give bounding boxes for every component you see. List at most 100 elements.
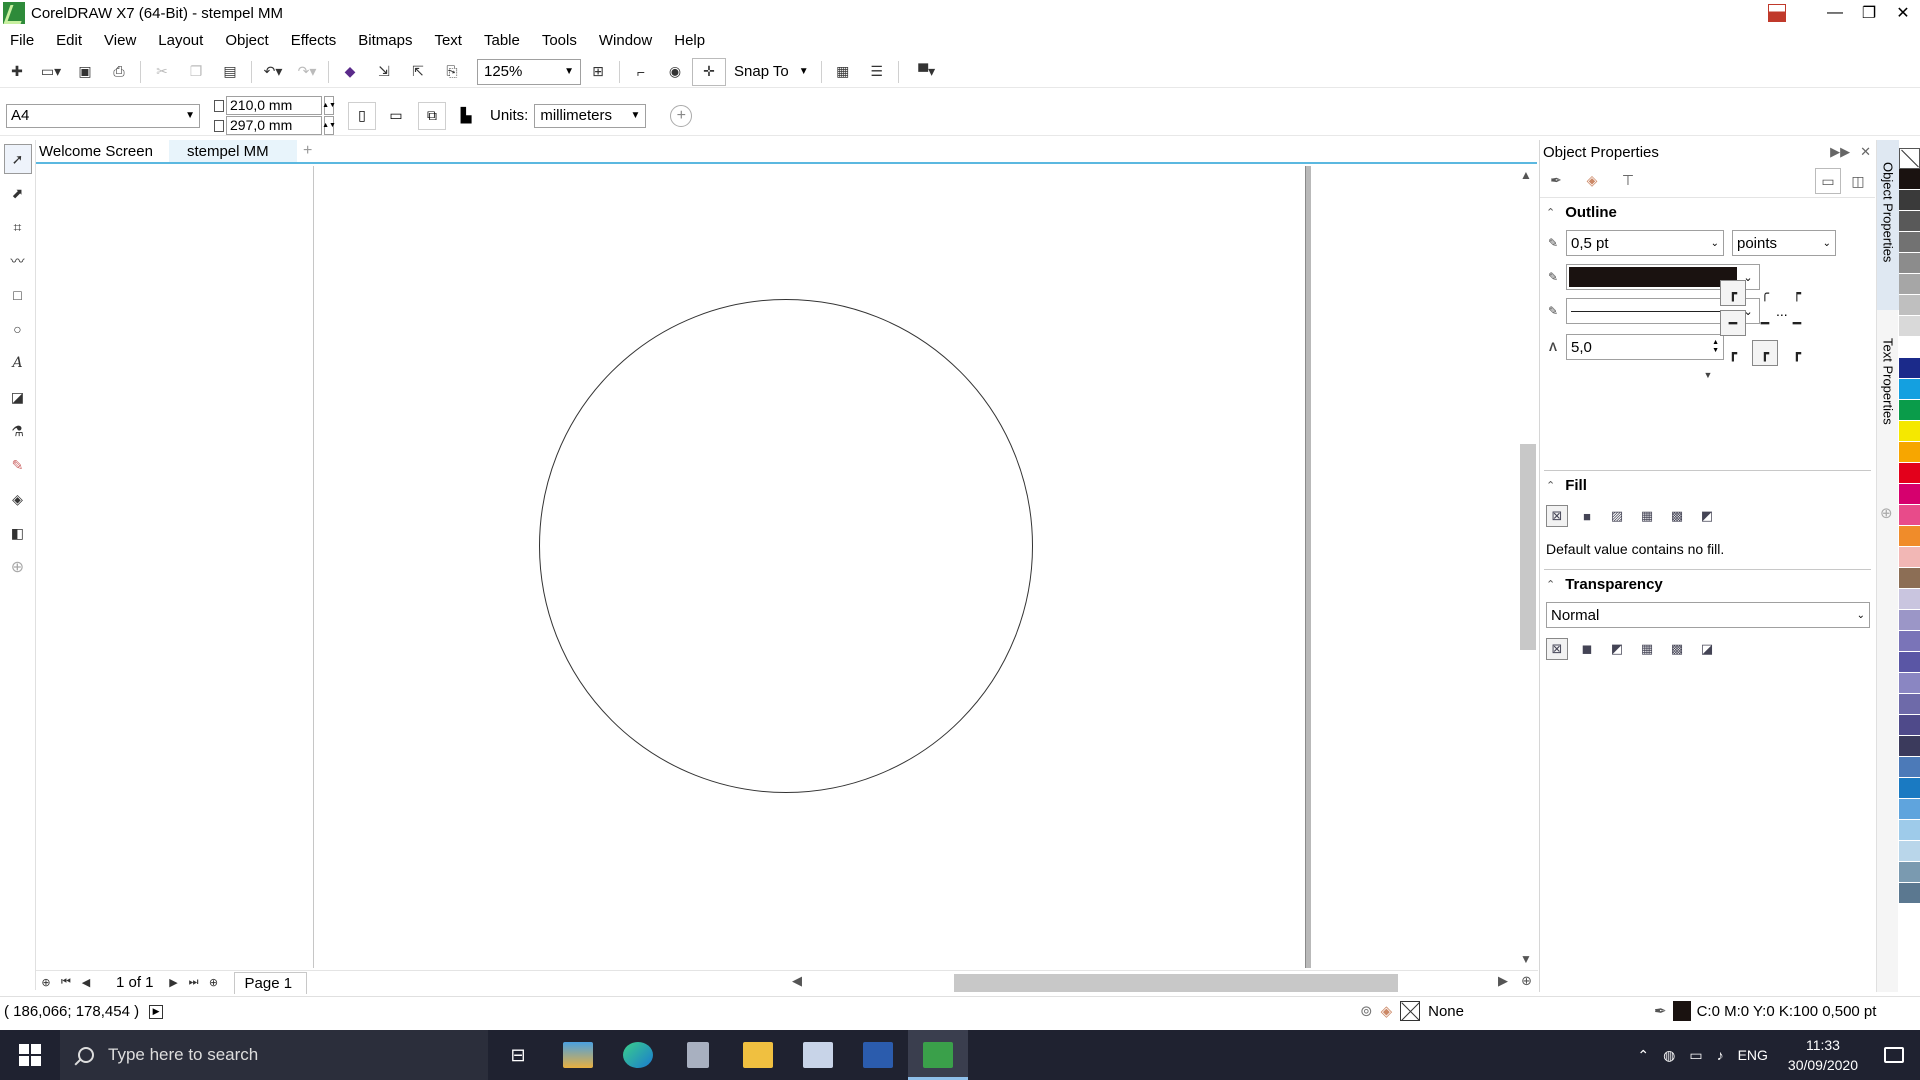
uniform-fill-icon[interactable]: ■ bbox=[1576, 505, 1598, 527]
corner-miter-icon[interactable]: ┏ bbox=[1720, 280, 1746, 306]
tab-object-properties[interactable]: Object Properties bbox=[1877, 140, 1899, 310]
corner-round-icon[interactable]: ╭ bbox=[1752, 280, 1778, 306]
palette-color-swatch[interactable] bbox=[1899, 883, 1920, 904]
palette-color-swatch[interactable] bbox=[1899, 610, 1920, 631]
add-docker-icon[interactable]: ⊕ bbox=[1880, 504, 1893, 522]
start-button[interactable] bbox=[0, 1030, 60, 1080]
paper-size-select[interactable]: A4 ▼ bbox=[6, 103, 200, 128]
shape-tool-icon[interactable]: ⬈ bbox=[4, 178, 32, 208]
uniform-transparency-icon[interactable]: ◼ bbox=[1576, 638, 1598, 660]
vector-pattern-fill-icon[interactable]: ▦ bbox=[1636, 505, 1658, 527]
freehand-tool-icon[interactable]: 〰 bbox=[4, 246, 32, 276]
outline-section-header[interactable]: ⌃ Outline bbox=[1540, 198, 1875, 226]
paste-icon[interactable]: ▤ bbox=[213, 58, 247, 86]
palette-color-swatch[interactable] bbox=[1899, 337, 1920, 358]
ellipse-tool-icon[interactable]: ○ bbox=[4, 314, 32, 344]
zoom-level-select[interactable]: 125% ▼ bbox=[477, 58, 581, 85]
show-grid-icon[interactable]: ◉ bbox=[658, 58, 692, 86]
menu-edit[interactable]: Edit bbox=[45, 32, 93, 49]
eyedropper-tool-icon[interactable]: ✎ bbox=[4, 450, 32, 480]
crop-tool-icon[interactable]: ⌗ bbox=[4, 212, 32, 242]
application-launcher-icon[interactable]: ▀▾ bbox=[903, 58, 951, 86]
palette-color-swatch[interactable] bbox=[1899, 799, 1920, 820]
palette-color-swatch[interactable] bbox=[1899, 442, 1920, 463]
tab-text-properties[interactable]: Text Properties bbox=[1877, 316, 1899, 456]
bitmap-pattern-fill-icon[interactable]: ▩ bbox=[1666, 505, 1688, 527]
add-tool-icon[interactable]: ⊕ bbox=[4, 552, 32, 582]
frame-icon[interactable]: ▭ bbox=[1815, 168, 1841, 194]
new-document-icon[interactable]: ✚ bbox=[0, 58, 34, 86]
add-icon[interactable]: + bbox=[670, 104, 693, 127]
palette-color-swatch[interactable] bbox=[1899, 736, 1920, 757]
save-icon[interactable]: ▣ bbox=[68, 58, 102, 86]
palette-color-swatch[interactable] bbox=[1899, 820, 1920, 841]
scroll-down-icon[interactable]: ▼ bbox=[1520, 952, 1532, 966]
expand-outline-icon[interactable]: ▼ bbox=[1540, 370, 1876, 380]
palette-color-swatch[interactable] bbox=[1899, 232, 1920, 253]
fountain-fill-icon[interactable]: ▨ bbox=[1606, 505, 1628, 527]
cut-icon[interactable]: ✂ bbox=[145, 58, 179, 86]
palette-color-swatch[interactable] bbox=[1899, 505, 1920, 526]
palette-color-swatch[interactable] bbox=[1899, 484, 1920, 505]
close-button[interactable]: ✕ bbox=[1886, 0, 1920, 26]
undo-icon[interactable]: ↶▾ bbox=[256, 58, 290, 86]
summary-icon[interactable]: ◫ bbox=[1845, 168, 1871, 194]
palette-color-swatch[interactable] bbox=[1899, 358, 1920, 379]
menu-bitmaps[interactable]: Bitmaps bbox=[347, 32, 423, 49]
palette-color-swatch[interactable] bbox=[1899, 694, 1920, 715]
photos-app-icon[interactable] bbox=[548, 1030, 608, 1080]
text-tool-icon[interactable]: A bbox=[4, 348, 32, 378]
coreldraw-app-icon[interactable] bbox=[908, 1030, 968, 1080]
page-tab[interactable]: Page 1 bbox=[233, 971, 308, 994]
transparency-glass-icon[interactable]: ⊤ bbox=[1618, 171, 1638, 191]
page-width-field[interactable]: 210,0 mm bbox=[226, 96, 322, 115]
page-height-stepper[interactable]: ▲▼ bbox=[322, 116, 336, 135]
palette-color-swatch[interactable] bbox=[1899, 673, 1920, 694]
palette-color-swatch[interactable] bbox=[1899, 253, 1920, 274]
menu-window[interactable]: Window bbox=[588, 32, 663, 49]
redo-icon[interactable]: ↷▾ bbox=[290, 58, 324, 86]
tab-stempel-mm[interactable]: stempel MM bbox=[168, 140, 297, 162]
palette-color-swatch[interactable] bbox=[1899, 379, 1920, 400]
cap-round-icon[interactable]: ━ bbox=[1752, 310, 1778, 336]
transparency-mode-select[interactable]: Normal ⌄ bbox=[1546, 602, 1870, 628]
user-account-icon[interactable] bbox=[1768, 4, 1786, 22]
position-inside-icon[interactable]: ┏ bbox=[1784, 340, 1810, 366]
word-app-icon[interactable] bbox=[848, 1030, 908, 1080]
palette-color-swatch[interactable] bbox=[1899, 841, 1920, 862]
stepper-icon[interactable]: ▲ ▼ bbox=[1712, 339, 1719, 355]
outline-units-select[interactable]: points ⌄ bbox=[1732, 230, 1836, 256]
portrait-icon[interactable]: ▯ bbox=[348, 101, 376, 130]
drop-shadow-tool-icon[interactable]: ◪ bbox=[4, 382, 32, 412]
new-tab-icon[interactable]: + bbox=[297, 140, 319, 162]
clock[interactable]: 11:33 30/09/2020 bbox=[1788, 1035, 1858, 1075]
cap-extended-icon[interactable]: ━ bbox=[1784, 310, 1810, 336]
fill-bucket-icon[interactable]: ◈ bbox=[1582, 171, 1602, 191]
add-page-before-icon[interactable]: ⊕ bbox=[36, 973, 56, 993]
current-page-icon[interactable]: ▙ bbox=[452, 102, 480, 130]
outline-status[interactable]: ✒ C:0 M:0 Y:0 K:100 0,500 pt bbox=[1654, 1001, 1876, 1021]
palette-color-swatch[interactable] bbox=[1899, 778, 1920, 799]
fill-status[interactable]: ⊚ ◈ None bbox=[1360, 1001, 1464, 1021]
corner-bevel-icon[interactable]: ┍ bbox=[1784, 280, 1810, 306]
palette-color-swatch[interactable] bbox=[1899, 421, 1920, 442]
restore-button[interactable]: ❐ bbox=[1852, 0, 1886, 26]
show-rulers-icon[interactable]: ⌐ bbox=[624, 58, 658, 86]
bitmap-pattern-transparency-icon[interactable]: ▩ bbox=[1666, 638, 1688, 660]
task-view-icon[interactable]: ⊟ bbox=[488, 1030, 548, 1080]
menu-view[interactable]: View bbox=[93, 32, 147, 49]
minimize-button[interactable]: — bbox=[1818, 0, 1852, 26]
import-icon[interactable]: ⇲ bbox=[367, 58, 401, 86]
last-page-icon[interactable]: ⏭ bbox=[184, 973, 204, 993]
search-content-icon[interactable]: ◆ bbox=[333, 58, 367, 86]
menu-layout[interactable]: Layout bbox=[147, 32, 214, 49]
show-guidelines-icon[interactable]: ✛ bbox=[692, 57, 726, 86]
palette-no-color-swatch[interactable] bbox=[1899, 148, 1920, 169]
menu-object[interactable]: Object bbox=[214, 32, 279, 49]
align-distribute-icon[interactable]: ☰ bbox=[860, 58, 894, 86]
ellipse-shape[interactable] bbox=[539, 299, 1033, 793]
palette-color-swatch[interactable] bbox=[1899, 190, 1920, 211]
miter-limit-field[interactable]: 5,0 ▲ ▼ bbox=[1566, 334, 1724, 360]
pick-tool-icon[interactable]: ➚ bbox=[3, 144, 32, 174]
edge-browser-icon[interactable] bbox=[608, 1030, 668, 1080]
